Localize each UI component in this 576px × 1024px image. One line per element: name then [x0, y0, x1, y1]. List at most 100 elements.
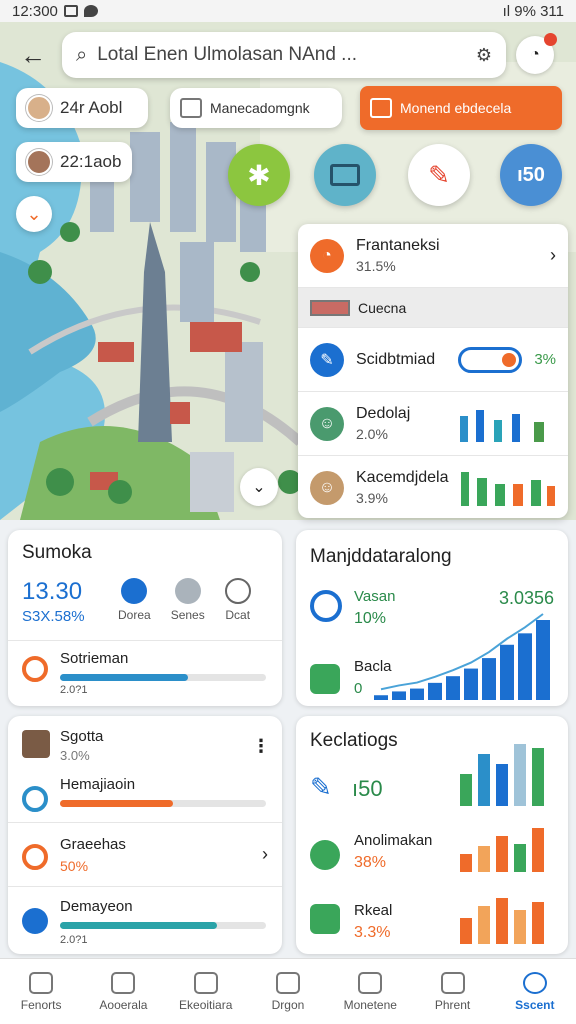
person-avatar: ☺ — [310, 406, 344, 441]
graeehas-value: 50% — [60, 858, 89, 874]
screen-button[interactable] — [314, 144, 376, 206]
sotrieman-progress — [60, 674, 266, 681]
growth-bar — [410, 688, 424, 700]
search-text: Lotal Enen Ulmolasan NAnd ... — [97, 44, 358, 65]
anolimakan-value: 38% — [354, 854, 387, 871]
nav-list[interactable]: Ekeoitiara — [165, 959, 247, 1024]
pencil-icon: ✎ — [310, 772, 332, 802]
document-icon — [275, 971, 300, 994]
graeehas-label: Graeehas — [60, 836, 126, 853]
filter-chip[interactable]: Manecadomgnk — [170, 88, 342, 128]
list-item[interactable]: ✎ Scidbtmiad 3% — [298, 328, 568, 392]
bacla-value: 0 — [354, 680, 363, 697]
toggle-switch[interactable] — [458, 346, 523, 373]
nav-label: Phrent — [434, 997, 471, 1012]
menu-circle-icon — [22, 908, 48, 934]
nav-home[interactable]: Fenorts — [0, 959, 82, 1024]
brush-button[interactable]: ✎ — [408, 144, 470, 206]
analytics-title: Manjddataralong — [310, 546, 452, 567]
senes-label: Senes — [170, 608, 205, 622]
status-time: 12:300 — [12, 2, 58, 20]
list-item[interactable]: ◔ Frantaneksi 31.5% › — [298, 224, 568, 288]
growth-bar — [428, 682, 442, 700]
brush-icon: ✎ — [428, 159, 450, 190]
item-title: Dedolaj — [356, 404, 411, 422]
location-icon: ⌄ — [26, 203, 42, 224]
user-chip-1-label: 24r Aobl — [60, 98, 123, 117]
nav-label: Aooerala — [99, 997, 148, 1012]
nav-label: Monetene — [343, 997, 397, 1012]
growth-bar — [392, 691, 406, 700]
nav-explore[interactable]: Aooerala — [82, 959, 164, 1024]
back-button[interactable]: ← — [14, 36, 52, 74]
orange-ring-icon — [22, 656, 48, 682]
search-input[interactable]: ⌕ Lotal Enen Ulmolasan NAnd ... ⚙ — [62, 32, 506, 78]
chevron-right-icon: › — [550, 245, 556, 265]
stats-button[interactable]: ı50 — [500, 144, 562, 206]
people-card: Sgotta 3.0% ⋮ Hemajiaoin Graeehas 50% › … — [8, 716, 282, 954]
person-pct: 3.0% — [60, 748, 90, 763]
bottom-navigation: Fenorts Aooerala Ekeoitiara Drgon Monete… — [0, 958, 576, 1024]
vasan-value: 3.0356 — [498, 588, 554, 608]
item-title: Scidbtmiad — [356, 351, 436, 368]
analytics-card: Manjddataralong Vasan 10% 3.0356 Bacla 0 — [296, 530, 568, 706]
sotrieman-progress-fill — [60, 674, 188, 681]
person-name: Sgotta — [60, 728, 104, 745]
divider — [8, 822, 282, 823]
metrics-value-1: ı50 — [352, 776, 383, 801]
more-icon[interactable]: ⋮ — [252, 736, 270, 757]
settings-icon: ⚙ — [475, 44, 492, 65]
list-icon — [193, 971, 218, 994]
sotrieman-value: 2.0?1 — [60, 684, 88, 696]
summary-title: Sumoka — [22, 542, 92, 563]
hemajiaoin-label: Hemajiaoin — [60, 776, 136, 793]
person-avatar: ☺ — [310, 471, 344, 505]
overlay-list-card: ◔ Frantaneksi 31.5% › Cuecna ✎ Scidbtmia… — [298, 224, 568, 518]
nav-message[interactable]: Phrent — [411, 959, 493, 1024]
senes-button[interactable]: Senes — [171, 578, 205, 622]
rkeal-value: 3.3% — [354, 924, 391, 941]
summary-card: Sumoka 13.30 S3X.58% Dorea Senes Dcat So… — [8, 530, 282, 706]
nav-label: Fenorts — [20, 997, 62, 1012]
nav-label: Drgon — [271, 997, 305, 1012]
collapse-button[interactable]: ⌄ — [240, 468, 278, 506]
person-avatar — [22, 730, 50, 758]
toggle-knob — [502, 352, 517, 367]
blue-ring-icon — [22, 786, 48, 812]
dorea-button[interactable]: Dorea — [118, 578, 151, 622]
list-item[interactable]: Cuecna — [298, 288, 568, 328]
chevron-right-icon[interactable]: › — [262, 844, 268, 865]
dcat-button[interactable]: Dcat — [224, 578, 251, 622]
item-title: Frantaneksi — [356, 236, 440, 254]
mini-bars — [460, 409, 544, 442]
list-item[interactable]: ☺ Kacemdjdela 3.9% — [298, 456, 568, 518]
clock-icon: ◔ — [530, 46, 540, 63]
demayeon-progress-fill — [60, 922, 217, 929]
divider — [8, 886, 282, 887]
list-item[interactable]: ☺ Dedolaj 2.0% — [298, 392, 568, 456]
metrics-bars-2 — [460, 828, 544, 872]
nav-profile[interactable]: Sscent — [494, 959, 576, 1024]
action-button[interactable]: Monend ebdecela — [360, 86, 562, 130]
gallery-icon — [63, 5, 78, 17]
status-right: ıl 9% 311 — [502, 2, 564, 20]
vasan-label: Vasan — [354, 588, 396, 605]
demayeon-progress — [60, 922, 266, 929]
growth-bar — [500, 644, 514, 700]
user-chip-2[interactable]: 22:1aob — [16, 142, 132, 182]
avatar — [26, 149, 52, 175]
rkeal-label: Rkeal — [354, 902, 393, 919]
growth-bar — [536, 620, 550, 700]
metrics-bars-3 — [460, 898, 544, 944]
nav-chat[interactable]: Monetene — [329, 959, 411, 1024]
location-button[interactable]: ⌄ — [16, 196, 52, 232]
nav-label: Ekeoitiara — [179, 997, 233, 1012]
orange-ring-icon — [22, 844, 48, 870]
user-chip-2-label: 22:1aob — [60, 152, 122, 171]
gear-button[interactable]: ✱ — [228, 144, 290, 206]
growth-bar — [482, 658, 496, 700]
nav-doc[interactable]: Drgon — [247, 959, 329, 1024]
user-chip-1[interactable]: 24r Aobl — [16, 88, 148, 128]
notifications-button[interactable]: ◔ — [516, 33, 557, 74]
hemajiaoin-progress — [60, 800, 266, 807]
